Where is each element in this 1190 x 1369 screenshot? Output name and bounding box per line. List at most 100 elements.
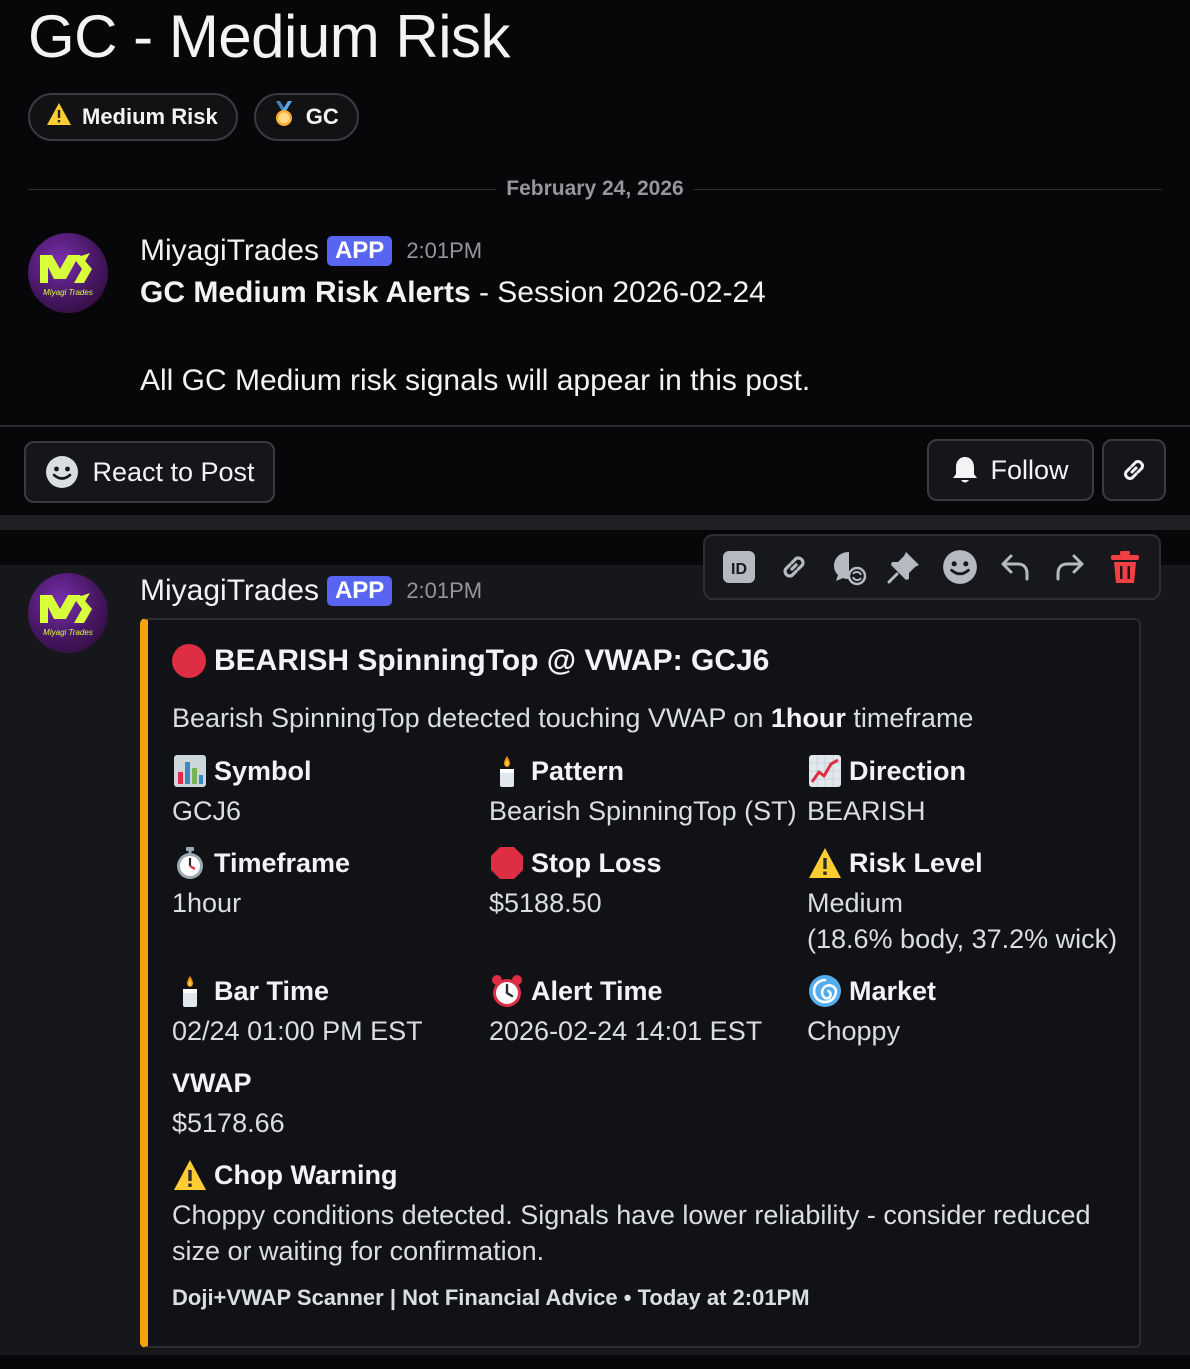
avatar[interactable]: Miyagi Trades [28,233,108,313]
field-value: Choppy [807,1016,901,1046]
reply-icon[interactable] [991,543,1039,591]
follow-label: Follow [990,454,1069,485]
miyagi-logo-icon [40,253,92,283]
field-chop-warning: Chop Warning Choppy conditions detected.… [172,1157,1112,1269]
field-name: Alert Time [531,975,663,1006]
field-name: Direction [849,755,967,786]
field-alert-time: Alert Time 2026-02-24 14:01 EST [489,973,762,1049]
embed-description: Bearish SpinningTop detected touching VW… [172,703,973,734]
author-name[interactable]: MiyagiTrades [140,574,319,608]
separator [0,425,1190,427]
field-name: Timeframe [214,847,351,878]
cyclone-icon [807,974,843,1008]
trend-chart-icon [807,754,843,788]
field-value: 2026-02-24 14:01 EST [489,1016,763,1046]
emoji-icon[interactable] [936,543,984,591]
field-value: $5178.66 [172,1108,285,1138]
link-icon[interactable] [770,543,818,591]
tag-label: Medium Risk [82,104,218,129]
red-circle-icon [172,644,206,678]
copy-link-button[interactable] [1102,439,1166,501]
warning-icon [172,1159,208,1191]
timestamp[interactable]: 2:01PM [406,238,482,264]
field-value: Bearish SpinningTop (ST) [489,796,797,826]
field-market: Market Choppy [807,973,936,1049]
app-badge: APP [326,236,393,266]
emoji-icon [44,454,80,490]
desc-bold: 1hour [770,703,846,733]
field-stop-loss: Stop Loss $5188.50 [489,845,662,921]
bell-icon [952,455,978,485]
forward-icon[interactable] [1046,543,1094,591]
bottom-edge [0,1355,1190,1369]
tag-list: Medium Risk GC [28,93,359,141]
avatar-brand-text: Miyagi Trades [43,628,93,637]
message-header: MiyagiTrades APP 2:01PM [140,574,482,608]
embed-title-text: BEARISH SpinningTop @ VWAP: GCJ6 [214,644,770,677]
post-header: MiyagiTrades APP 2:01PM [140,234,482,268]
medal-icon [272,101,296,133]
post-heading-rest: - Session 2026-02-24 [470,276,766,309]
warning-icon [807,847,843,879]
miyagi-logo-icon [40,593,92,623]
embed-footer: Doji+VWAP Scanner | Not Financial Advice… [172,1285,810,1310]
field-value-line1: Choppy conditions detected. Signals have… [172,1200,1091,1230]
section-band [0,515,1190,530]
forum-post-header: GC - Medium Risk Medium Risk GC February… [0,0,1190,515]
field-risk-level: Risk Level Medium (18.6% body, 37.2% wic… [807,845,1117,957]
field-value: 1hour [172,888,242,918]
field-value: $5188.50 [489,888,602,918]
field-pattern: Pattern Bearish SpinningTop (ST) [489,753,797,829]
field-direction: Direction BEARISH [807,753,966,829]
tag-gc[interactable]: GC [253,93,359,141]
link-icon [1118,454,1150,486]
field-value-line2: size or waiting for confirmation. [172,1236,545,1266]
field-name: VWAP [172,1067,252,1098]
thread-icon[interactable] [825,543,873,591]
post-heading-bold: GC Medium Risk Alerts [140,276,471,309]
field-vwap: VWAP $5178.66 [172,1065,285,1141]
field-symbol: Symbol GCJ6 [172,753,312,829]
field-name: Pattern [531,755,625,786]
field-value: BEARISH [807,796,926,826]
field-name: Market [849,975,937,1006]
pin-icon[interactable] [880,543,928,591]
follow-button[interactable]: Follow [927,439,1094,501]
field-name: Symbol [214,755,312,786]
field-value: GCJ6 [172,796,242,826]
stop-sign-icon [489,846,525,880]
field-name: Risk Level [849,847,983,878]
bar-chart-icon [172,754,208,788]
author-name[interactable]: MiyagiTrades [140,234,319,268]
field-value: Medium [807,888,904,918]
trash-icon[interactable] [1101,543,1149,591]
tag-label: GC [305,104,339,129]
field-bar-time: Bar Time 02/24 01:00 PM EST [172,973,423,1049]
app-badge: APP [326,576,393,606]
alert-embed: BEARISH SpinningTop @ VWAP: GCJ6 Bearish… [140,618,1141,1348]
candle-icon [172,974,208,1008]
date-divider: February 24, 2026 [496,177,694,201]
field-timeframe: Timeframe 1hour [172,845,350,921]
alarm-clock-icon [489,974,525,1008]
field-name: Stop Loss [531,847,662,878]
post-heading: GC Medium Risk Alerts - Session 2026-02-… [140,276,766,310]
react-to-post-button[interactable]: React to Post [24,441,275,503]
post-body: All GC Medium risk signals will appear i… [140,364,811,397]
message-toolbar: ID [703,534,1161,600]
svg-text:ID: ID [731,561,747,578]
react-label: React to Post [92,456,255,487]
avatar-brand-text: Miyagi Trades [43,288,93,297]
field-name: Chop Warning [214,1159,398,1190]
field-value: 02/24 01:00 PM EST [172,1016,423,1046]
tag-medium-risk[interactable]: Medium Risk [28,93,238,141]
embed-title: BEARISH SpinningTop @ VWAP: GCJ6 [172,644,769,678]
timestamp[interactable]: 2:01PM [406,578,482,604]
stopwatch-icon [172,846,208,880]
field-value-detail: (18.6% body, 37.2% wick) [807,924,1118,954]
avatar[interactable]: Miyagi Trades [28,573,108,653]
desc-post: timeframe [845,703,974,733]
id-icon[interactable]: ID [715,543,763,591]
page-title: GC - Medium Risk [28,3,511,70]
desc-pre: Bearish SpinningTop detected touching VW… [172,703,771,733]
